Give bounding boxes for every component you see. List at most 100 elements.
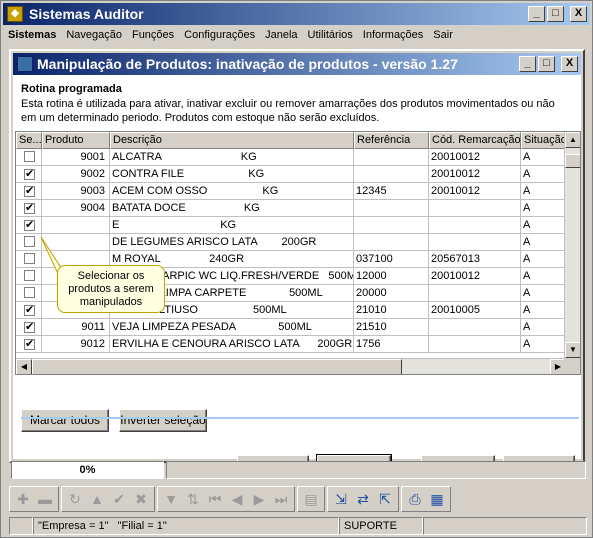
header-cod-remarcacao[interactable]: Cód. Remarcação <box>429 132 521 149</box>
table-row[interactable]: ✔ E KG A <box>16 217 567 234</box>
export-icon[interactable]: ⇲ <box>330 488 352 510</box>
calendar-icon[interactable]: ▦ <box>426 488 448 510</box>
cod-remarcacao-cell: 20010012 <box>429 268 521 285</box>
plus-icon[interactable]: ✚ <box>12 488 34 510</box>
print-icon[interactable]: ⎙ <box>404 488 426 510</box>
table-row[interactable]: 9001 ALCATRA KG 20010012 A <box>16 149 567 166</box>
cod-remarcacao-cell: 20010012 <box>429 149 521 166</box>
row-select-cell[interactable]: ✔ <box>16 183 42 200</box>
row-checkbox[interactable] <box>24 270 35 281</box>
row-checkbox[interactable]: ✔ <box>24 220 35 231</box>
check-icon[interactable]: ✔ <box>108 488 130 510</box>
import-icon[interactable]: ⇱ <box>374 488 396 510</box>
inner-close-button[interactable]: X <box>561 56 578 72</box>
table-row[interactable]: ✔ 9012 ERVILHA E CENOURA ARISCO LATA 200GR… <box>16 336 567 353</box>
menu-sistemas[interactable]: Sistemas <box>3 29 61 41</box>
situacao-cell: A <box>521 200 567 217</box>
document-icon[interactable]: ▤ <box>300 488 322 510</box>
menu-informacoes[interactable]: Informações <box>358 29 429 41</box>
situacao-cell: A <box>521 166 567 183</box>
inner-minimize-button[interactable]: _ <box>519 56 536 72</box>
progress-bar <box>166 461 586 479</box>
row-checkbox[interactable]: ✔ <box>24 322 35 333</box>
row-select-cell[interactable] <box>16 149 42 166</box>
row-select-cell[interactable]: ✔ <box>16 166 42 183</box>
row-checkbox[interactable] <box>24 287 35 298</box>
row-select-cell[interactable]: ✔ <box>16 200 42 217</box>
table-row[interactable]: ✔ 9011 VEJA LIMPEZA PESADA 500ML 21510 A <box>16 319 567 336</box>
inner-maximize-button[interactable]: □ <box>538 56 555 72</box>
header-produto[interactable]: Produto <box>42 132 110 149</box>
referencia-cell: 12000 <box>354 268 429 285</box>
up-triangle-icon[interactable]: ▲ <box>86 488 108 510</box>
produto-cell <box>42 217 110 234</box>
situacao-cell: A <box>521 285 567 302</box>
header-selecao[interactable]: Se... <box>16 132 42 149</box>
menu-utilitarios[interactable]: Utilitários <box>303 29 358 41</box>
descricao-cell: E KG <box>110 217 354 234</box>
vertical-scroll-thumb[interactable] <box>565 154 580 168</box>
table-row[interactable]: DE LEGUMES ARISCO LATA 200GR A <box>16 234 567 251</box>
marcar-todos-button[interactable]: Marcar todos <box>21 409 109 432</box>
scroll-up-icon[interactable]: ▲ <box>565 132 580 148</box>
menu-funcoes[interactable]: Funções <box>127 29 179 41</box>
referencia-cell: 1756 <box>354 336 429 353</box>
row-checkbox[interactable] <box>24 151 35 162</box>
horizontal-scroll-thumb[interactable] <box>32 359 402 374</box>
descricao-cell: DE LEGUMES ARISCO LATA 200GR <box>110 234 354 251</box>
scroll-down-icon[interactable]: ▼ <box>565 342 580 358</box>
menu-navegacao[interactable]: Navegação <box>61 29 127 41</box>
last-icon[interactable]: ⏭ <box>270 488 292 510</box>
header-referencia[interactable]: Referência <box>354 132 429 149</box>
menu-janela[interactable]: Janela <box>260 29 302 41</box>
vertical-scrollbar[interactable]: ▲ ▼ <box>564 132 580 358</box>
referencia-cell <box>354 166 429 183</box>
inverter-selecao-button[interactable]: Inverter seleção <box>119 409 207 432</box>
next-icon[interactable]: ▶ <box>248 488 270 510</box>
status-user: SUPORTE <box>339 517 423 535</box>
close-button[interactable]: X <box>570 6 587 22</box>
table-row[interactable]: ✔ 9002 CONTRA FILE KG 20010012 A <box>16 166 567 183</box>
row-checkbox[interactable] <box>24 253 35 264</box>
produto-cell: 9003 <box>42 183 110 200</box>
menu-sair[interactable]: Sair <box>428 29 458 41</box>
row-checkbox[interactable]: ✔ <box>24 186 35 197</box>
descricao-cell: VEJA LIMPEZA PESADA 500ML <box>110 319 354 336</box>
sort-icon[interactable]: ⇅ <box>182 488 204 510</box>
situacao-cell: A <box>521 234 567 251</box>
row-select-cell[interactable]: ✔ <box>16 319 42 336</box>
row-select-cell[interactable]: ✔ <box>16 302 42 319</box>
scroll-left-icon[interactable]: ◀ <box>16 359 32 374</box>
refresh-icon[interactable]: ↻ <box>64 488 86 510</box>
header-situacao[interactable]: Situação <box>521 132 567 149</box>
maximize-button[interactable]: □ <box>547 6 564 22</box>
header-descricao[interactable]: Descrição <box>110 132 354 149</box>
row-checkbox[interactable]: ✔ <box>24 305 35 316</box>
situacao-cell: A <box>521 336 567 353</box>
row-checkbox[interactable] <box>24 236 35 247</box>
products-grid[interactable]: Se... Produto Descrição Referência Cód. … <box>15 131 581 375</box>
progress-percent: 0% <box>11 461 164 479</box>
situacao-cell: A <box>521 302 567 319</box>
row-checkbox[interactable]: ✔ <box>24 169 35 180</box>
situacao-cell: A <box>521 251 567 268</box>
row-select-cell[interactable]: ✔ <box>16 336 42 353</box>
menu-configuracoes[interactable]: Configurações <box>179 29 260 41</box>
minimize-button[interactable]: _ <box>528 6 545 22</box>
swap-icon[interactable]: ⇄ <box>352 488 374 510</box>
prev-icon[interactable]: ◀ <box>226 488 248 510</box>
row-select-cell[interactable]: ✔ <box>16 217 42 234</box>
first-icon[interactable]: ⏮ <box>204 488 226 510</box>
minus-icon[interactable]: ▬ <box>34 488 56 510</box>
x-icon[interactable]: ✖ <box>130 488 152 510</box>
table-row[interactable]: ✔ 9003 ACEM COM OSSO KG 12345 20010012 A <box>16 183 567 200</box>
row-checkbox[interactable]: ✔ <box>24 339 35 350</box>
status-cell-rest <box>423 517 587 535</box>
row-checkbox[interactable]: ✔ <box>24 203 35 214</box>
table-row[interactable]: ✔ 9004 BATATA DOCE KG A <box>16 200 567 217</box>
menu-bar: Sistemas Navegação Funções Configurações… <box>3 26 590 44</box>
content-panel: Rotina programada Esta rotina é utilizad… <box>13 75 581 479</box>
rotina-title: Rotina programada <box>21 83 122 95</box>
filter-icon[interactable]: ▼ <box>160 488 182 510</box>
horizontal-scrollbar[interactable]: ◀ ▶ <box>16 358 566 374</box>
